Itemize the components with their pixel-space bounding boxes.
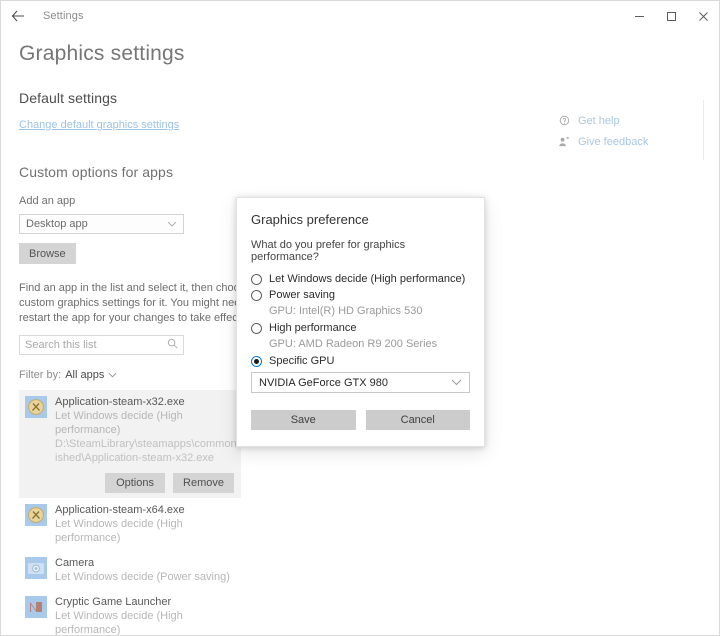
app-name: Application-steam-x32.exe <box>55 396 185 408</box>
remove-button[interactable]: Remove <box>173 473 234 493</box>
app-status: Let Windows decide (High performance) <box>55 610 183 636</box>
radio-label: High performance <box>269 322 357 334</box>
radio-button[interactable] <box>251 355 262 367</box>
list-item[interactable]: Application-steam-x32.exe Let Windows de… <box>19 390 259 498</box>
radio-button[interactable] <box>251 289 262 301</box>
graphics-preference-dialog: Graphics preference What do you prefer f… <box>236 197 485 447</box>
give-feedback-link[interactable]: Give feedback <box>557 135 707 148</box>
steam-game-icon <box>25 396 47 418</box>
feedback-person-icon <box>557 135 570 148</box>
radio-label: Specific GPU <box>269 355 335 367</box>
cryptic-n-icon <box>25 596 47 618</box>
window-controls <box>623 1 719 31</box>
settings-window: Settings Graphics settings Default setti… <box>0 0 720 636</box>
maximize-icon[interactable] <box>655 1 687 31</box>
radio-option-power-saving[interactable]: Power saving <box>251 289 470 301</box>
get-help-label: Get help <box>578 114 620 127</box>
window-title: Settings <box>43 10 84 22</box>
filter-by-label: Filter by: <box>19 369 62 381</box>
camera-icon <box>25 557 47 579</box>
app-name: Application-steam-x64.exe <box>55 504 185 516</box>
list-item[interactable]: Camera Let Windows decide (Power saving) <box>19 551 241 590</box>
radio-option-high-performance[interactable]: High performance <box>251 322 470 334</box>
app-path: D:\SteamLibrary\steamapps\common\Banishe… <box>55 438 260 464</box>
helper-text: Find an app in the list and select it, t… <box>19 282 259 324</box>
minimize-icon[interactable] <box>623 1 655 31</box>
app-actions: Options Remove <box>25 473 236 493</box>
gpu-note-high-performance: GPU: AMD Radeon R9 200 Series <box>269 338 438 350</box>
default-settings-heading: Default settings <box>19 90 118 106</box>
help-question-icon <box>557 114 570 127</box>
options-button[interactable]: Options <box>105 473 166 493</box>
radio-button[interactable] <box>251 273 262 285</box>
app-name: Cryptic Game Launcher <box>55 596 172 608</box>
gpu-note-power-saving: GPU: Intel(R) HD Graphics 530 <box>269 305 423 317</box>
search-placeholder: Search this list <box>25 339 97 351</box>
vertical-divider <box>703 100 704 160</box>
give-feedback-label: Give feedback <box>578 135 649 148</box>
browse-button[interactable]: Browse <box>19 243 76 264</box>
radio-label: Let Windows decide (High performance) <box>269 273 466 285</box>
app-name: Camera <box>55 557 95 569</box>
close-icon[interactable] <box>687 1 719 31</box>
search-icon <box>167 338 178 352</box>
radio-button[interactable] <box>251 322 262 334</box>
help-links: Get help Give feedback <box>557 114 707 156</box>
steam-game-icon <box>25 504 47 526</box>
app-type-value: Desktop app <box>26 218 88 230</box>
gpu-select-dropdown[interactable]: NVIDIA GeForce GTX 980 <box>251 372 470 393</box>
title-bar: Settings <box>1 1 719 31</box>
chevron-down-icon <box>451 377 462 389</box>
custom-options-heading: Custom options for apps <box>19 164 174 180</box>
radio-option-let-windows-decide[interactable]: Let Windows decide (High performance) <box>251 273 470 285</box>
page-title: Graphics settings <box>19 42 185 65</box>
list-item[interactable]: Application-steam-x64.exe Let Windows de… <box>19 498 241 551</box>
app-status: Let Windows decide (High performance) <box>55 518 183 544</box>
gpu-select-value: NVIDIA GeForce GTX 980 <box>259 376 388 389</box>
dialog-actions: Save Cancel <box>251 410 470 446</box>
dialog-question: What do you prefer for graphics performa… <box>251 239 406 263</box>
chevron-down-icon <box>108 369 117 381</box>
app-status: Let Windows decide (High performance) <box>55 410 183 436</box>
radio-option-specific-gpu[interactable]: Specific GPU <box>251 355 470 367</box>
filter-by-value: All apps <box>65 369 105 381</box>
cancel-button[interactable]: Cancel <box>365 410 470 430</box>
app-list: Application-steam-x32.exe Let Windows de… <box>19 390 259 636</box>
dialog-title: Graphics preference <box>251 212 369 227</box>
back-arrow-icon[interactable] <box>1 2 35 30</box>
change-default-graphics-settings-link[interactable]: Change default graphics settings <box>19 119 179 131</box>
app-status: Let Windows decide (Power saving) <box>55 571 230 583</box>
radio-label: Power saving <box>269 289 336 301</box>
list-item[interactable]: Cryptic Game Launcher Let Windows decide… <box>19 590 241 636</box>
save-button[interactable]: Save <box>251 410 356 430</box>
chevron-down-icon <box>167 220 177 229</box>
search-input[interactable]: Search this list <box>19 335 184 355</box>
app-type-dropdown[interactable]: Desktop app <box>19 214 184 234</box>
get-help-link[interactable]: Get help <box>557 114 707 127</box>
